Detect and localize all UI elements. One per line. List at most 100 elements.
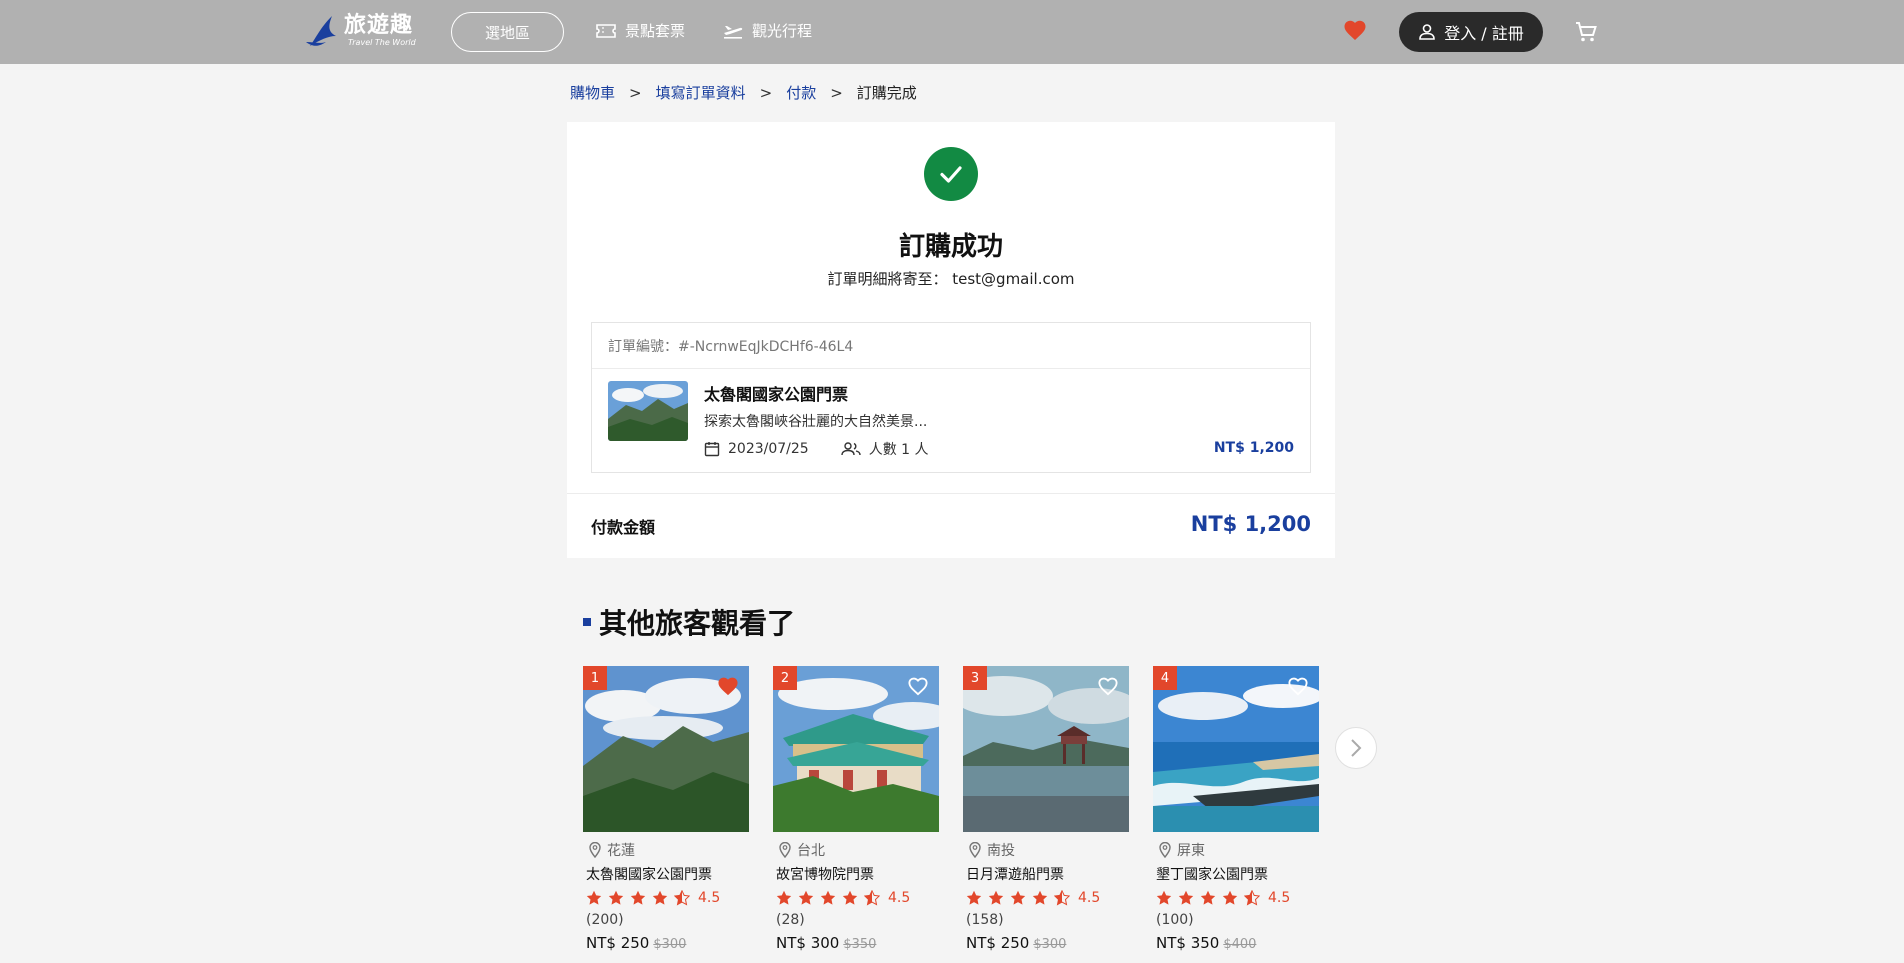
- original-price: $300: [1033, 937, 1067, 952]
- card-rating: 4.5: [1153, 890, 1319, 906]
- recommendation-card[interactable]: 4 屏東 墾丁國家公園門票 4.5 (100) NT$ 350 $400: [1153, 666, 1319, 952]
- bird-logo-icon: [306, 16, 336, 46]
- breadcrumb-separator: >: [759, 83, 773, 102]
- original-price: $300: [653, 937, 687, 952]
- review-count: (200): [586, 912, 624, 928]
- chevron-right-icon: [1351, 739, 1362, 757]
- rating-value: 4.5: [1268, 890, 1291, 906]
- star-icon: [1178, 890, 1194, 905]
- payment-total-value: NT$ 1,200: [1190, 512, 1311, 536]
- star-icon: [1032, 890, 1048, 905]
- heart-outline-icon[interactable]: [907, 676, 929, 696]
- breadcrumb-order-info[interactable]: 填寫訂單資料: [656, 82, 746, 103]
- recommendations-title: 其他旅客觀看了: [599, 607, 796, 640]
- card-rating: 4.5: [773, 890, 939, 906]
- card-title: 日月潭遊船門票: [966, 867, 1064, 883]
- breadcrumb-cart[interactable]: 購物車: [570, 82, 615, 103]
- logo[interactable]: 旅遊趣 Travel The World: [306, 12, 416, 50]
- card-image: 3: [963, 666, 1129, 832]
- divider: [592, 368, 1310, 369]
- order-item-meta: 2023/07/25 人數 1 人: [704, 439, 929, 459]
- breadcrumb-separator: >: [629, 83, 642, 102]
- order-number: 訂單編號：#-NcrnwEqJkDCHf6-46L4: [608, 339, 854, 355]
- heart-outline-icon[interactable]: [1287, 676, 1309, 696]
- rank-badge: 4: [1153, 666, 1177, 690]
- card-rating: 4.5: [583, 890, 749, 906]
- order-item-description: 探索太魯閣峽谷壯麗的大自然美景...: [704, 414, 928, 430]
- location-pin-icon: [969, 842, 981, 858]
- select-region-button[interactable]: 選地區: [451, 12, 564, 52]
- heading-accent-bar: [583, 618, 591, 626]
- card-price: NT$ 300 $350: [773, 934, 939, 952]
- star-half-icon: [864, 890, 880, 906]
- star-icon: [776, 890, 792, 905]
- card-location-label: 花蓮: [607, 843, 635, 859]
- breadcrumb-separator: >: [830, 83, 843, 102]
- rank-badge: 2: [773, 666, 797, 690]
- star-half-icon: [674, 890, 690, 906]
- plane-icon: [724, 25, 743, 39]
- order-item-thumbnail: [608, 381, 688, 441]
- star-half-icon: [1244, 890, 1260, 906]
- logo-title: 旅遊趣: [344, 13, 414, 38]
- order-item-people: 人數 1 人: [868, 442, 929, 458]
- original-price: $350: [843, 937, 877, 952]
- review-count: (28): [776, 912, 805, 928]
- success-title: 訂購成功: [898, 232, 1003, 262]
- divider: [567, 493, 1335, 494]
- star-icon: [842, 890, 858, 905]
- location-pin-icon: [779, 842, 791, 858]
- card-title: 太魯閣國家公園門票: [586, 867, 712, 883]
- recommendation-card[interactable]: 1 花蓮 太魯閣國家公園門票 4.5 (200) NT$ 250 $300: [583, 666, 749, 952]
- card-title: 墾丁國家公園門票: [1156, 867, 1268, 883]
- login-register-button[interactable]: 登入 / 註冊: [1399, 12, 1543, 52]
- breadcrumb: 購物車 > 填寫訂單資料 > 付款 > 訂購完成: [570, 82, 917, 103]
- breadcrumb-payment[interactable]: 付款: [786, 82, 816, 103]
- card-price: NT$ 250 $300: [963, 934, 1129, 952]
- nav-attraction-tickets[interactable]: 景點套票: [595, 20, 685, 41]
- heart-outline-icon[interactable]: [1097, 676, 1119, 696]
- star-icon: [586, 890, 602, 905]
- sale-price: NT$ 250: [966, 934, 1030, 952]
- nav-sightseeing-tours[interactable]: 觀光行程: [722, 20, 812, 41]
- star-icon: [1156, 890, 1172, 905]
- logo-subtitle: Travel The World: [348, 38, 416, 47]
- breadcrumb-complete: 訂購完成: [856, 84, 917, 102]
- review-count: (158): [966, 912, 1004, 928]
- recommendation-card[interactable]: 3 南投 日月潭遊船門票 4.5 (158) NT$ 250 $300: [963, 666, 1129, 952]
- card-image: 4: [1153, 666, 1319, 832]
- nav-attraction-tickets-label: 景點套票: [625, 22, 686, 40]
- payment-total-label: 付款金額: [591, 518, 656, 537]
- sale-price: NT$ 300: [776, 934, 840, 952]
- star-icon: [1200, 890, 1216, 905]
- star-icon: [608, 890, 624, 905]
- star-half-icon: [1054, 890, 1070, 906]
- order-success-card: 訂購成功 訂單明細將寄至： test@gmail.com 訂單編號：#-Ncrn…: [567, 122, 1335, 558]
- order-item-title: 太魯閣國家公園門票: [704, 385, 849, 404]
- order-item-date: 2023/07/25: [728, 441, 809, 457]
- rating-value: 4.5: [1078, 890, 1101, 906]
- cart-icon[interactable]: [1574, 20, 1598, 44]
- carousel-next-button[interactable]: [1335, 727, 1377, 769]
- star-icon: [1222, 890, 1238, 905]
- heart-icon[interactable]: [1343, 19, 1367, 41]
- star-icon: [820, 890, 836, 905]
- top-header: 旅遊趣 Travel The World 選地區 景點套票 觀光行程 登入 / …: [0, 0, 1904, 64]
- star-icon: [630, 890, 646, 905]
- rating-value: 4.5: [888, 890, 911, 906]
- card-rating: 4.5: [963, 890, 1129, 906]
- location-pin-icon: [589, 842, 601, 858]
- star-icon: [966, 890, 982, 905]
- card-location-label: 屏東: [1177, 843, 1205, 859]
- star-icon: [1010, 890, 1026, 905]
- recommendation-card[interactable]: 2 台北 故宮博物院門票 4.5 (28) NT$ 300 $350: [773, 666, 939, 952]
- people-icon: [841, 442, 861, 456]
- rank-badge: 1: [583, 666, 607, 690]
- recommendations-heading: 其他旅客觀看了: [583, 602, 795, 642]
- sale-price: NT$ 250: [586, 934, 650, 952]
- heart-filled-icon[interactable]: [717, 676, 739, 696]
- card-price: NT$ 250 $300: [583, 934, 749, 952]
- review-count: (100): [1156, 912, 1194, 928]
- original-price: $400: [1223, 937, 1257, 952]
- star-icon: [652, 890, 668, 905]
